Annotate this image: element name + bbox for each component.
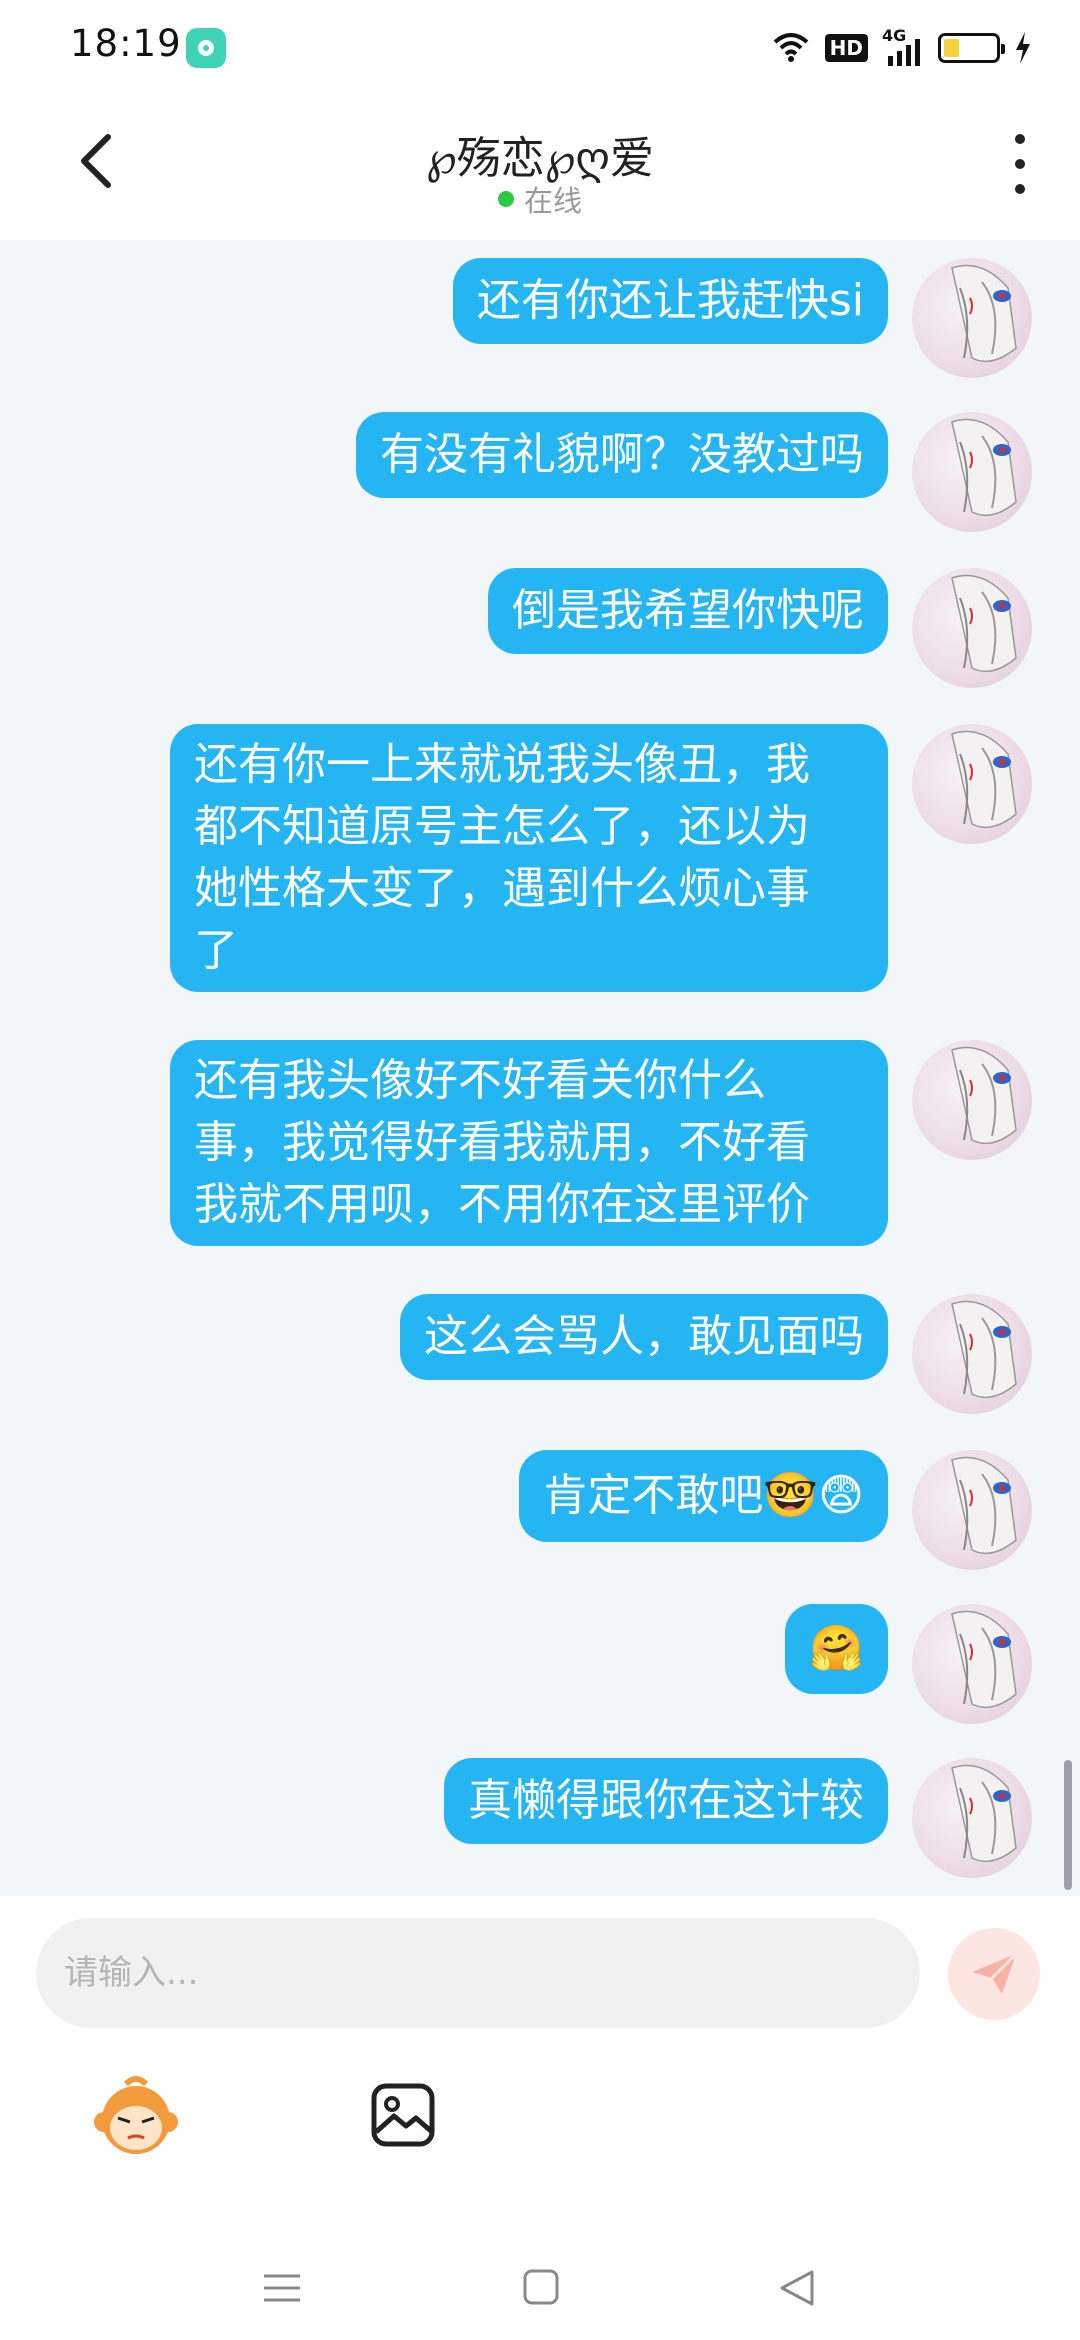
- message-bubble[interactable]: 还有我头像好不好看关你什么 事，我觉得好看我就用，不好看 我就不用呗，不用你在这…: [170, 1040, 888, 1246]
- battery-icon: [938, 33, 1005, 63]
- contact-name: ℘殇恋℘ღ爱: [426, 133, 654, 184]
- send-button[interactable]: [948, 1928, 1040, 2020]
- avatar[interactable]: [912, 1040, 1032, 1160]
- nav-back-icon[interactable]: [778, 2268, 818, 2308]
- hd-badge: HD: [824, 34, 868, 62]
- status-bar: 18:19 HD 4G: [0, 0, 1080, 96]
- message-bubble[interactable]: 还有你一上来就说我头像丑，我 都不知道原号主怎么了，还以为 她性格大变了，遇到什…: [170, 724, 888, 992]
- contact-status: 在线: [0, 178, 1080, 220]
- message-bubble[interactable]: 倒是我希望你快呢: [488, 568, 888, 654]
- menu-icon[interactable]: [262, 2268, 302, 2308]
- charging-icon: [1016, 32, 1030, 64]
- scrollbar[interactable]: [1064, 1760, 1072, 1890]
- avatar[interactable]: [912, 1294, 1032, 1414]
- home-icon[interactable]: [522, 2268, 560, 2306]
- more-vertical-icon: [1015, 134, 1025, 144]
- image-icon: [371, 2083, 435, 2147]
- message-bubble[interactable]: 这么会骂人，敢见面吗: [400, 1294, 888, 1380]
- monkey-emoji-icon: [94, 2076, 178, 2154]
- message-bubble[interactable]: 🤗: [785, 1604, 888, 1694]
- online-dot: [497, 191, 514, 207]
- input-panel: [0, 1896, 1080, 2340]
- emoji-button[interactable]: [88, 2068, 184, 2164]
- avatar[interactable]: [912, 1758, 1032, 1878]
- message-bubble[interactable]: 真懒得跟你在这计较: [444, 1758, 888, 1844]
- online-status-text: 在线: [523, 184, 582, 218]
- more-options-button[interactable]: [1000, 134, 1040, 194]
- avatar[interactable]: [912, 412, 1032, 532]
- signal-icon: 4G: [882, 26, 924, 66]
- chat-header: ℘殇恋℘ღ爱 在线: [0, 96, 1080, 240]
- wifi-icon: [773, 33, 808, 62]
- avatar[interactable]: [912, 724, 1032, 844]
- avatar[interactable]: [912, 1450, 1032, 1570]
- message-input[interactable]: [36, 1918, 920, 2028]
- message-bubble[interactable]: 还有你还让我赶快si: [452, 258, 888, 344]
- message-bubble[interactable]: 肯定不敢吧🤓😨: [519, 1450, 888, 1542]
- image-button[interactable]: [370, 2082, 436, 2148]
- status-indicators: HD 4G: [771, 24, 1032, 72]
- app-notification-icon: [186, 28, 226, 68]
- avatar[interactable]: [912, 568, 1032, 688]
- system-nav-bar: [0, 2230, 1080, 2340]
- avatar[interactable]: [912, 1604, 1032, 1724]
- avatar[interactable]: [912, 258, 1032, 378]
- status-time: 18:19: [70, 22, 182, 65]
- send-icon: [972, 1952, 1018, 1994]
- chat-message-list[interactable]: 还有你还让我赶快si 有没有礼貌啊？没教过吗 倒是我希望你快呢 还有你一上来就说…: [0, 240, 1080, 1896]
- message-bubble[interactable]: 有没有礼貌啊？没教过吗: [356, 412, 888, 498]
